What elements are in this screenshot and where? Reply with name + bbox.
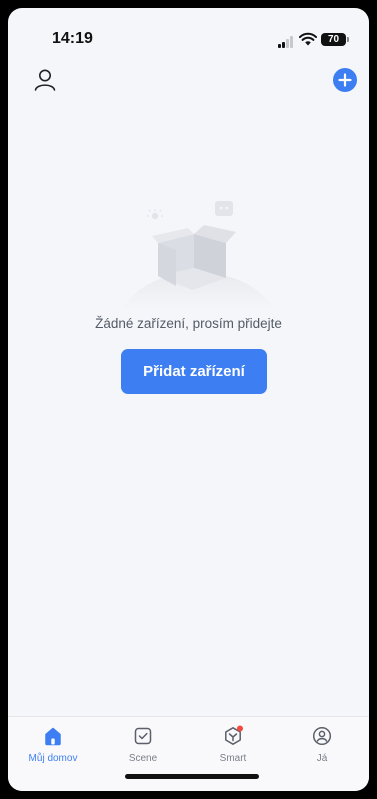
- home-icon: [42, 725, 64, 747]
- smart-icon: [222, 725, 244, 747]
- battery-indicator: 70: [321, 33, 346, 46]
- plus-icon: [333, 68, 357, 92]
- tab-label: Můj domov: [18, 753, 88, 764]
- top-bar: [8, 63, 369, 99]
- tab-label: Smart: [198, 753, 268, 764]
- checkbox-icon: [132, 725, 154, 747]
- tab-label: Já: [287, 753, 357, 764]
- status-bar: 14:19 70: [8, 8, 369, 60]
- person-icon[interactable]: [32, 67, 58, 93]
- empty-box-illustration: [118, 198, 278, 313]
- tab-smart[interactable]: Smart: [198, 725, 268, 764]
- add-device-button[interactable]: Přidat zařízení: [121, 349, 267, 394]
- phone-screen: 14:19 70: [8, 8, 369, 791]
- tab-me[interactable]: Já: [287, 725, 357, 764]
- tab-label: Scene: [108, 753, 178, 764]
- tab-bar: Můj domov Scene Smart Já: [8, 716, 369, 791]
- add-button[interactable]: [333, 68, 357, 92]
- empty-state-message: Žádné zařízení, prosím přidejte: [8, 316, 369, 331]
- wifi-icon: [299, 32, 317, 46]
- status-time: 14:19: [52, 30, 93, 48]
- cellular-signal-icon: [278, 36, 294, 48]
- tab-my-home[interactable]: Můj domov: [18, 725, 88, 764]
- home-indicator: [125, 774, 259, 779]
- tab-scene[interactable]: Scene: [108, 725, 178, 764]
- user-circle-icon: [311, 725, 333, 747]
- notification-badge: [237, 726, 243, 732]
